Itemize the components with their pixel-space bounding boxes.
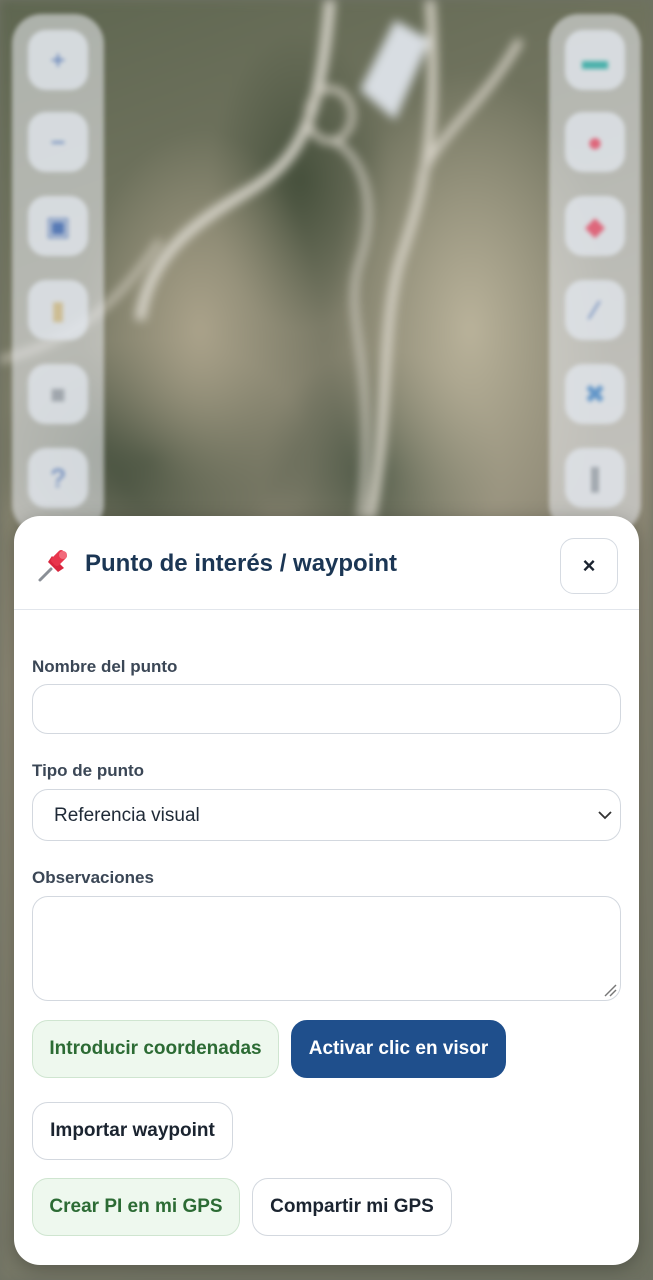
close-button[interactable]: × [560, 538, 618, 594]
ruler-icon: ▬ [582, 44, 608, 75]
share-gps-button[interactable]: Compartir mi GPS [252, 1178, 452, 1236]
waypoint-button[interactable]: ◆ [565, 196, 625, 256]
dialog-title: Punto de interés / waypoint [85, 550, 398, 577]
type-select[interactable]: Referencia visual [32, 789, 621, 841]
type-select-value: Referencia visual [54, 805, 200, 826]
document-icon: ▮ [50, 294, 66, 325]
trash-icon: ■ [50, 378, 66, 409]
import-waypoint-button[interactable]: Importar waypoint [32, 1102, 233, 1160]
left-toolbar: + − ▣ ▮ ■ ? [12, 14, 104, 534]
layers-button[interactable]: ▣ [28, 196, 88, 256]
chevron-down-icon [598, 811, 612, 820]
network-button[interactable]: ✖ [565, 364, 625, 424]
close-icon: × [582, 553, 596, 578]
marker-button[interactable]: ● [565, 112, 625, 172]
enter-coordinates-button[interactable]: Introducir coordenadas [32, 1020, 279, 1078]
footprints-icon: ∥ [588, 462, 602, 493]
dialog-header: Punto de interés / waypoint × [14, 516, 639, 610]
tracks-button[interactable]: ∥ [565, 448, 625, 508]
pushpin-icon [38, 550, 67, 582]
name-input[interactable] [32, 684, 621, 734]
map-app-icon: ▣ [45, 210, 71, 241]
minus-icon: − [50, 126, 66, 157]
question-icon: ? [50, 462, 66, 493]
right-toolbar: ▬ ● ◆ ∕ ✖ ∥ [549, 14, 641, 534]
pushpin-icon: ◆ [585, 210, 605, 241]
activate-click-button[interactable]: Activar clic en visor [291, 1020, 506, 1078]
name-label: Nombre del punto [32, 657, 178, 676]
resize-handle-icon[interactable] [603, 983, 617, 997]
ruler-button[interactable]: ▬ [565, 30, 625, 90]
type-label: Tipo de punto [32, 761, 145, 780]
help-button[interactable]: ? [28, 448, 88, 508]
save-button[interactable]: ▮ [28, 280, 88, 340]
map-pin-icon: ● [587, 126, 603, 157]
draw-line-button[interactable]: ∕ [565, 280, 625, 340]
zoom-out-button[interactable]: − [28, 112, 88, 172]
notes-label: Observaciones [32, 868, 154, 887]
waypoint-dialog: Punto de interés / waypoint × Nombre del… [14, 516, 639, 1265]
plus-icon: + [50, 44, 66, 75]
create-gps-point-button[interactable]: Crear PI en mi GPS [32, 1178, 240, 1236]
notes-textarea[interactable] [32, 896, 621, 1001]
zoom-in-button[interactable]: + [28, 30, 88, 90]
network-icon: ✖ [584, 378, 606, 409]
pen-icon: ∕ [592, 294, 598, 325]
delete-button[interactable]: ■ [28, 364, 88, 424]
